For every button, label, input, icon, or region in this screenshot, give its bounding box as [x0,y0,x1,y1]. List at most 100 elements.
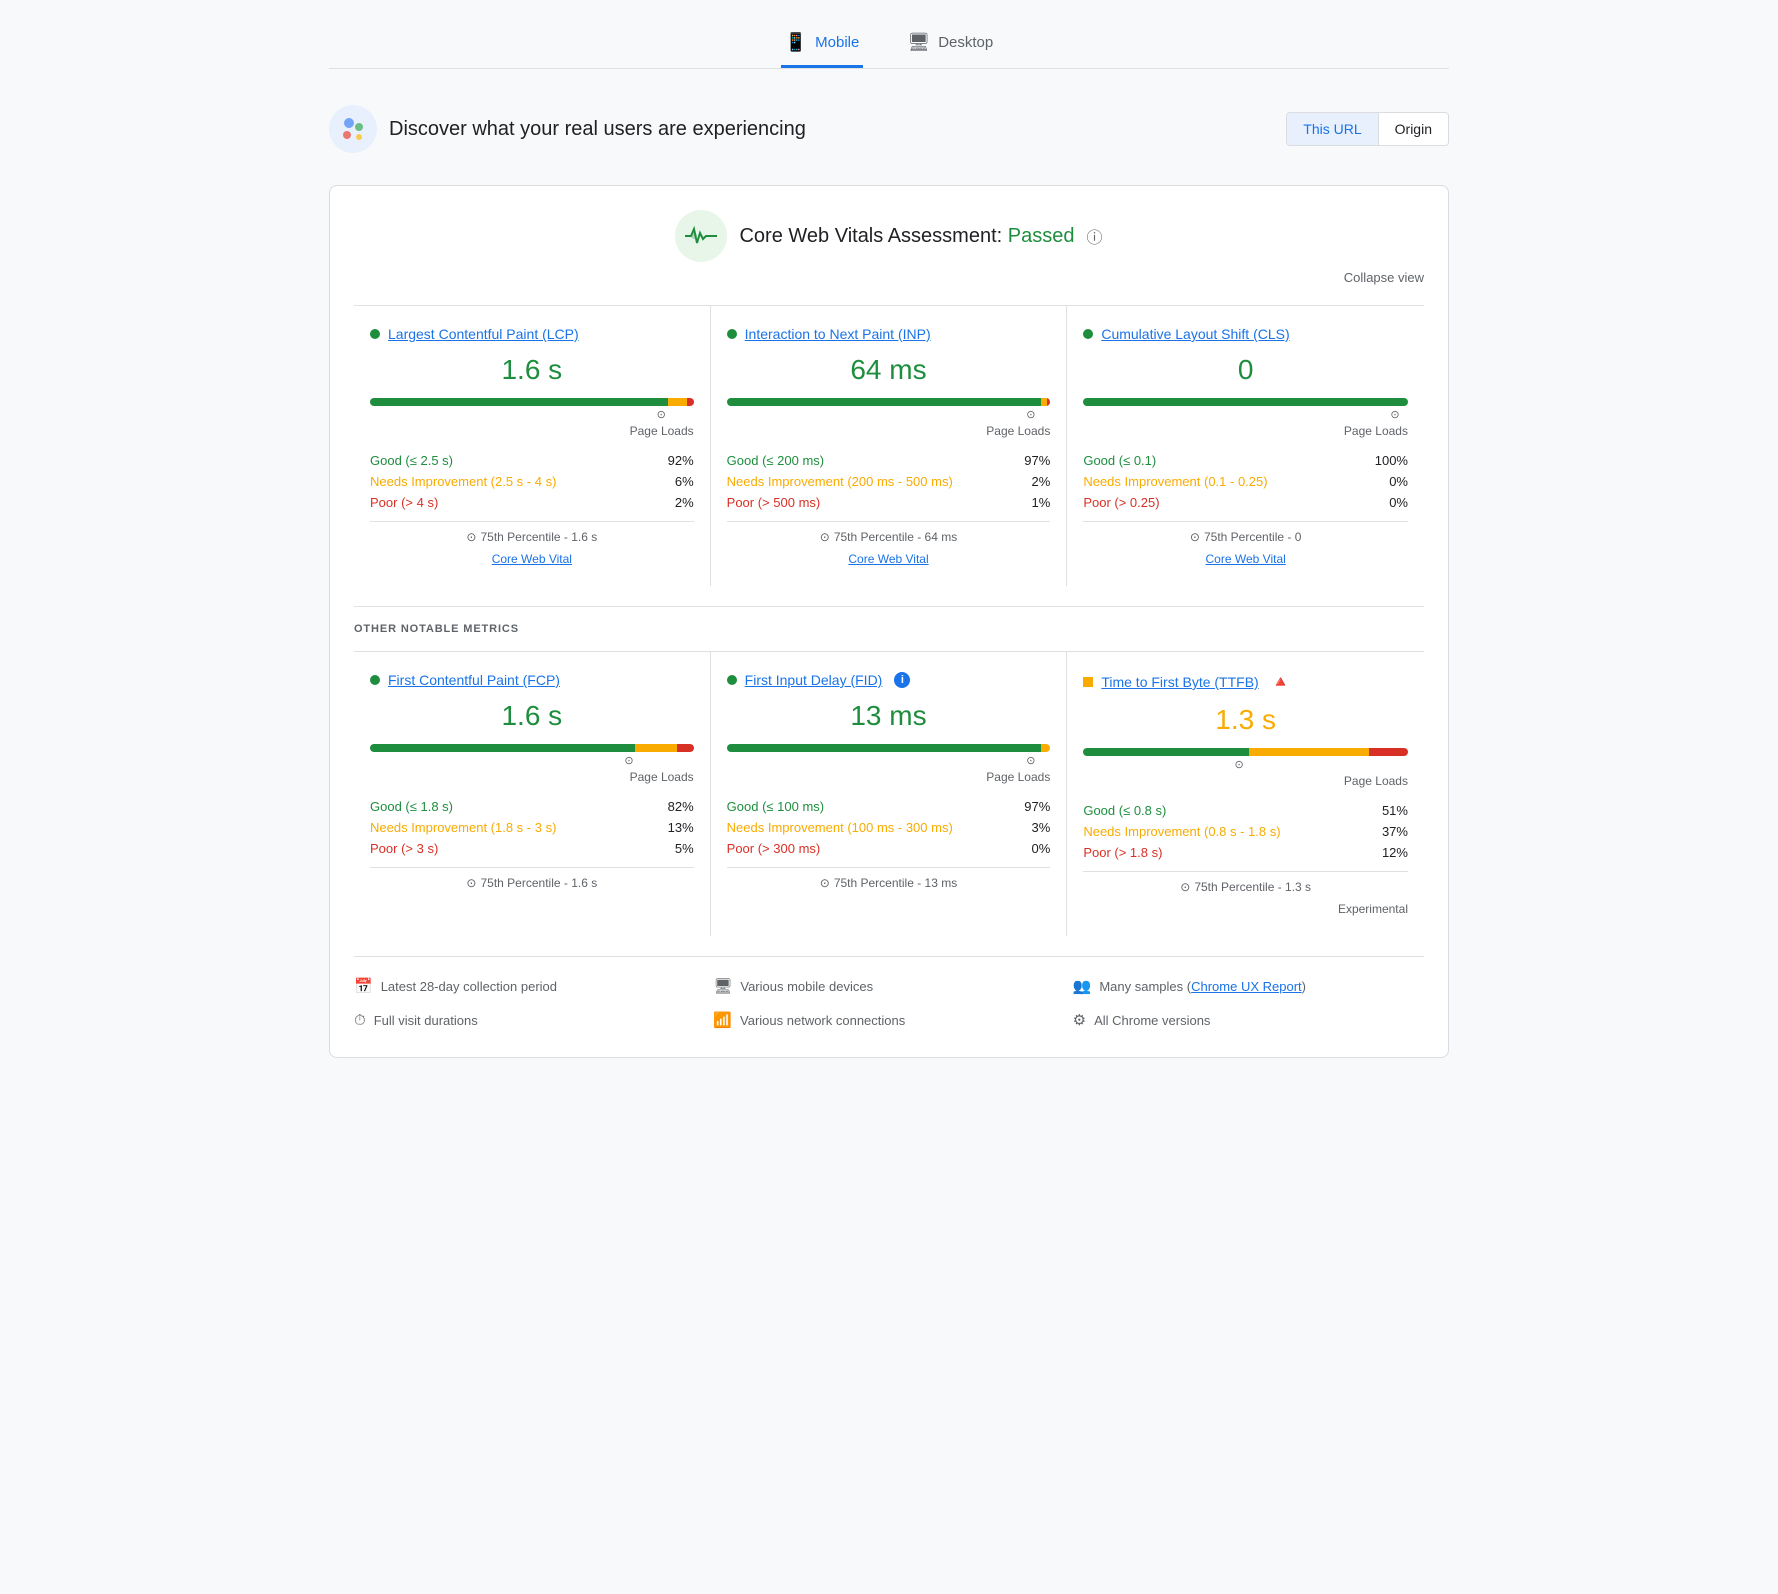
pin-icon: ⊙ [657,408,666,421]
bar-red [1369,748,1408,756]
page-loads-label: Page Loads [1083,774,1408,788]
status-dot [370,329,380,339]
url-toggle: This URL Origin [1286,112,1449,146]
chrome-ux-link[interactable]: Chrome UX Report [1191,979,1302,994]
footer-item: 🖥 Various mobile devices [713,973,1064,999]
pin-icon: ⊙ [1026,754,1035,767]
page-title: Discover what your real users are experi… [389,118,806,141]
percentile-row: ⊙ 75th Percentile - 64 ms [727,521,1051,548]
metric-value-fcp: 1.6 s [370,700,694,732]
stat-poor: Poor (> 500 ms) 1% [727,492,1051,513]
metric-title-row: First Contentful Paint (FCP) [370,672,694,688]
metric-title-cls[interactable]: Cumulative Layout Shift (CLS) [1101,326,1289,342]
header-left: Discover what your real users are experi… [329,105,806,153]
metric-title-inp[interactable]: Interaction to Next Paint (INP) [745,326,931,342]
footer-item: 📶 Various network connections [713,1007,1064,1033]
metric-title-fcp[interactable]: First Contentful Paint (FCP) [388,672,560,688]
tab-bar: 📱 Mobile 🖥 Desktop [329,20,1449,69]
stat-needs: Needs Improvement (0.1 - 0.25) 0% [1083,471,1408,492]
desktop-icon: 🖥 [907,32,930,53]
metric-value-cls: 0 [1083,354,1408,386]
stat-good: Good (≤ 2.5 s) 92% [370,450,694,471]
bar-green [727,744,1041,752]
percentile-row: ⊙ 75th Percentile - 1.6 s [370,521,694,548]
metric-value-lcp: 1.6 s [370,354,694,386]
pin-row: ⊙ [727,408,1051,422]
percentile-row: ⊙ 75th Percentile - 13 ms [727,867,1051,894]
metric-lcp: Largest Contentful Paint (LCP) 1.6 s ⊙ P… [354,306,711,586]
footer-icon: 👥 [1073,977,1092,995]
stat-needs: Needs Improvement (2.5 s - 4 s) 6% [370,471,694,492]
assessment-title: Core Web Vitals Assessment: Passed [739,225,1074,248]
info-icon[interactable]: i [894,672,910,688]
status-dot [727,675,737,685]
pin-row: ⊙ [1083,758,1408,772]
status-dot [1083,329,1093,339]
avatar [329,105,377,153]
metric-value-fid: 13 ms [727,700,1051,732]
footer-grid: 📅 Latest 28-day collection period 🖥 Vari… [354,956,1424,1033]
status-dot [370,675,380,685]
mobile-icon: 📱 [785,32,807,53]
core-web-vital-link[interactable]: Core Web Vital [727,548,1051,566]
stat-good: Good (≤ 100 ms) 97% [727,796,1051,817]
stat-needs: Needs Improvement (0.8 s - 1.8 s) 37% [1083,821,1408,842]
metric-inp: Interaction to Next Paint (INP) 64 ms ⊙ … [711,306,1068,586]
vitals-icon [675,210,727,262]
metric-value-ttfb: 1.3 s [1083,704,1408,736]
metric-title-lcp[interactable]: Largest Contentful Paint (LCP) [388,326,579,342]
bar-orange [668,398,687,406]
core-web-vital-link[interactable]: Core Web Vital [1083,548,1408,566]
help-icon[interactable]: ⓘ [1086,224,1102,248]
section-divider [354,606,1424,607]
footer-item: ⏱ Full visit durations [354,1007,705,1033]
this-url-button[interactable]: This URL [1287,113,1377,145]
metric-fid: First Input Delay (FID) i 13 ms ⊙ Page L… [711,652,1068,936]
footer-icon: 📅 [354,977,373,995]
progress-bar-cls [1083,398,1408,406]
page-loads-label: Page Loads [1083,424,1408,438]
bar-orange [1249,748,1369,756]
metric-title-row: Time to First Byte (TTFB) 🔺 [1083,672,1408,692]
tab-mobile[interactable]: 📱 Mobile [781,20,864,68]
progress-bar-fcp [370,744,694,752]
stat-needs: Needs Improvement (1.8 s - 3 s) 13% [370,817,694,838]
metric-title-ttfb[interactable]: Time to First Byte (TTFB) [1101,674,1258,690]
page-loads-label: Page Loads [727,424,1051,438]
stat-good: Good (≤ 0.8 s) 51% [1083,800,1408,821]
status-dot [727,329,737,339]
page-loads-label: Page Loads [727,770,1051,784]
stat-needs: Needs Improvement (200 ms - 500 ms) 2% [727,471,1051,492]
core-web-vital-link[interactable]: Core Web Vital [370,548,694,566]
stat-poor: Poor (> 300 ms) 0% [727,838,1051,859]
bar-green [370,398,668,406]
status-dot [1083,677,1093,687]
bar-green [1083,748,1249,756]
metric-value-inp: 64 ms [727,354,1051,386]
metric-title-row: Cumulative Layout Shift (CLS) [1083,326,1408,342]
experimental-label: Experimental [1083,898,1408,916]
tab-desktop-label: Desktop [938,34,993,51]
footer-item: ⚙ All Chrome versions [1073,1007,1424,1033]
metric-title-fid[interactable]: First Input Delay (FID) [745,672,883,688]
stat-good: Good (≤ 0.1) 100% [1083,450,1408,471]
progress-bar-lcp [370,398,694,406]
progress-bar-inp [727,398,1051,406]
main-card: Core Web Vitals Assessment: Passed ⓘ Col… [329,185,1449,1058]
footer-icon: 📶 [713,1011,732,1029]
pin-icon: ⊙ [1026,408,1035,421]
pin-row: ⊙ [370,408,694,422]
stat-needs: Needs Improvement (100 ms - 300 ms) 3% [727,817,1051,838]
other-metrics-label: OTHER NOTABLE METRICS [354,623,1424,635]
assessment-header: Core Web Vitals Assessment: Passed ⓘ [354,210,1424,262]
footer-icon: ⚙ [1073,1011,1086,1029]
bar-red [1047,398,1050,406]
pin-icon: ⊙ [624,754,633,767]
experiment-icon: 🔺 [1271,672,1291,692]
stat-poor: Poor (> 4 s) 2% [370,492,694,513]
percentile-row: ⊙ 75th Percentile - 1.6 s [370,867,694,894]
collapse-link[interactable]: Collapse view [1344,270,1424,285]
tab-desktop[interactable]: 🖥 Desktop [903,20,997,68]
origin-button[interactable]: Origin [1378,113,1448,145]
pin-icon: ⊙ [1235,758,1244,771]
